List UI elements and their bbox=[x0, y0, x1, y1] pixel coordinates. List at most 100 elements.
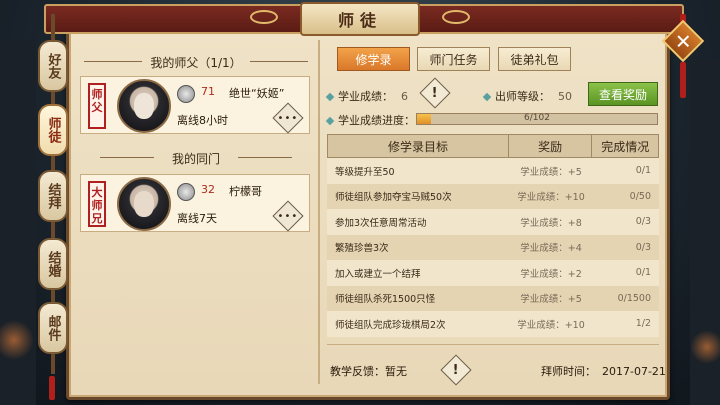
exclamation-icon: ! bbox=[453, 362, 459, 378]
graduation-level-label: 出师等级： bbox=[495, 90, 550, 103]
apprentice-date-row: 拜师时间： 2017-07-21 bbox=[541, 363, 666, 379]
peer-card[interactable]: 大师兄 32 柠檬哥 离线7天 ••• bbox=[80, 174, 310, 232]
avatar[interactable] bbox=[117, 79, 171, 133]
ellipsis-icon: ••• bbox=[277, 210, 299, 222]
table-header: 修学录目标 奖励 完成情况 bbox=[327, 134, 659, 158]
feedback-row: 教学反馈：暂无 bbox=[330, 363, 407, 379]
table-row: 师徒组队杀死1500只怪 学业成绩：+5 0/1500 bbox=[327, 285, 659, 311]
progress-label: 学业成绩进度： bbox=[338, 114, 415, 127]
peer-seal: 大师兄 bbox=[88, 181, 106, 227]
divider bbox=[238, 157, 292, 158]
progress-row: 学业成绩进度： bbox=[325, 112, 415, 128]
row-reward: 学业成绩：+5 bbox=[520, 294, 582, 306]
side-tab-label: 结拜 bbox=[45, 183, 61, 209]
master-seal: 师父 bbox=[88, 83, 106, 129]
title-ornament-icon bbox=[442, 10, 470, 24]
row-completion: 0/1 bbox=[635, 267, 651, 279]
row-goal: 加入或建立一个结拜 bbox=[335, 268, 421, 280]
divider bbox=[100, 157, 154, 158]
graduation-level-row: 出师等级： 50 bbox=[482, 88, 572, 104]
row-goal: 参加3次任意周常活动 bbox=[335, 217, 427, 229]
side-tab-label: 结婚 bbox=[45, 251, 61, 277]
table-row: 师徒组队完成珍珑棋局2次 学业成绩：+10 1/2 bbox=[327, 311, 659, 337]
row-reward: 学业成绩：+5 bbox=[520, 166, 582, 178]
table-row: 加入或建立一个结拜 学业成绩：+2 0/1 bbox=[327, 260, 659, 286]
master-name: 绝世“妖姬” bbox=[229, 87, 285, 100]
academic-score-row: 学业成绩： 6 bbox=[325, 88, 408, 104]
avatar[interactable] bbox=[117, 177, 171, 231]
level-badge-icon bbox=[177, 85, 195, 103]
row-reward: 学业成绩：+10 bbox=[517, 319, 585, 331]
row-goal: 等级提升至50 bbox=[335, 166, 395, 178]
side-tab-marriage[interactable]: 结婚 bbox=[38, 238, 68, 290]
row-goal: 师徒组队杀死1500只怪 bbox=[335, 294, 436, 306]
peer-more-button[interactable]: ••• bbox=[272, 200, 304, 232]
side-tab-friends[interactable]: 好友 bbox=[38, 40, 68, 92]
table-body: 等级提升至50 学业成绩：+5 0/1 师徒组队参加夺宝马贼50次 学业成绩：+10 0/… bbox=[327, 158, 659, 337]
peer-name: 柠檬哥 bbox=[229, 185, 262, 198]
tab-sect-tasks[interactable]: 师门任务 bbox=[417, 47, 490, 71]
row-completion: 1/2 bbox=[635, 318, 651, 330]
close-icon[interactable]: ✕ bbox=[675, 29, 692, 53]
tab-study-record[interactable]: 修学录 bbox=[337, 47, 410, 71]
academic-progress-bar: 6/102 bbox=[416, 113, 658, 125]
bullet-icon bbox=[325, 116, 335, 126]
row-reward: 学业成绩：+4 bbox=[520, 243, 582, 255]
apprentice-date-label: 拜师时间： bbox=[541, 365, 596, 378]
table-row: 参加3次任意周常活动 学业成绩：+8 0/3 bbox=[327, 209, 659, 235]
feedback-label: 教学反馈： bbox=[330, 365, 385, 378]
apprentice-date-value: 2017-07-21 bbox=[602, 365, 666, 378]
ellipsis-icon: ••• bbox=[277, 112, 299, 124]
row-completion: 0/50 bbox=[629, 190, 651, 202]
master-online-status: 离线8小时 bbox=[177, 114, 228, 127]
row-goal: 师徒组队参加夺宝马贼50次 bbox=[335, 192, 452, 204]
master-card[interactable]: 师父 71 绝世“妖姬” 离线8小时 ••• bbox=[80, 76, 310, 134]
divider bbox=[84, 61, 142, 62]
row-reward: 学业成绩：+2 bbox=[520, 268, 582, 280]
side-tab-label: 好友 bbox=[45, 53, 61, 79]
master-more-button[interactable]: ••• bbox=[272, 102, 304, 134]
column-divider bbox=[318, 40, 320, 384]
row-goal: 师徒组队完成珍珑棋局2次 bbox=[335, 319, 446, 331]
row-goal: 繁殖珍兽3次 bbox=[335, 243, 389, 255]
academic-score-label: 学业成绩： bbox=[338, 90, 393, 103]
view-rewards-button[interactable]: 查看奖励 bbox=[588, 82, 658, 106]
side-tab-mail[interactable]: 邮件 bbox=[38, 302, 68, 354]
peer-level: 32 bbox=[201, 183, 215, 196]
row-reward: 学业成绩：+10 bbox=[517, 192, 585, 204]
table-row: 师徒组队参加夺宝马贼50次 学业成绩：+10 0/50 bbox=[327, 183, 659, 209]
graduation-level-value: 50 bbox=[558, 90, 572, 103]
feedback-value: 暂无 bbox=[385, 365, 407, 378]
master-level: 71 bbox=[201, 85, 215, 98]
title-ornament-icon bbox=[250, 10, 278, 24]
column-header-completion: 完成情况 bbox=[601, 139, 650, 154]
side-tab-master-apprentice[interactable]: 师徒 bbox=[38, 104, 68, 156]
bullet-icon bbox=[482, 92, 492, 102]
row-reward: 学业成绩：+8 bbox=[520, 217, 582, 229]
row-completion: 0/3 bbox=[635, 216, 651, 228]
side-tassel bbox=[49, 376, 55, 400]
row-completion: 0/1 bbox=[635, 165, 651, 177]
side-tab-label: 师徒 bbox=[45, 117, 61, 143]
close-tassel bbox=[680, 62, 686, 98]
divider bbox=[250, 61, 308, 62]
column-header-reward: 奖励 bbox=[509, 135, 593, 157]
level-badge-icon bbox=[177, 183, 195, 201]
table-row: 繁殖珍兽3次 学业成绩：+4 0/3 bbox=[327, 234, 659, 260]
bullet-icon bbox=[325, 92, 335, 102]
background-lantern-glow bbox=[690, 330, 720, 364]
row-completion: 0/1500 bbox=[617, 292, 651, 304]
side-tab-sworn-brothers[interactable]: 结拜 bbox=[38, 170, 68, 222]
master-heading: 我的师父（1/1） bbox=[150, 56, 242, 70]
window-title: 师徒 bbox=[300, 2, 420, 36]
academic-score-value: 6 bbox=[401, 90, 408, 103]
peer-online-status: 离线7天 bbox=[177, 212, 217, 225]
peers-heading: 我的同门 bbox=[171, 152, 220, 166]
table-row: 等级提升至50 学业成绩：+5 0/1 bbox=[327, 158, 659, 184]
exclamation-icon: ! bbox=[432, 85, 438, 101]
progress-text: 6/102 bbox=[524, 113, 550, 123]
divider bbox=[327, 344, 659, 345]
study-record-table: 修学录目标 奖励 完成情况 等级提升至50 学业成绩：+5 0/1 师徒组队参加夺宝马… bbox=[327, 134, 659, 337]
row-completion: 0/3 bbox=[635, 241, 651, 253]
tab-apprentice-gift[interactable]: 徒弟礼包 bbox=[498, 47, 571, 71]
